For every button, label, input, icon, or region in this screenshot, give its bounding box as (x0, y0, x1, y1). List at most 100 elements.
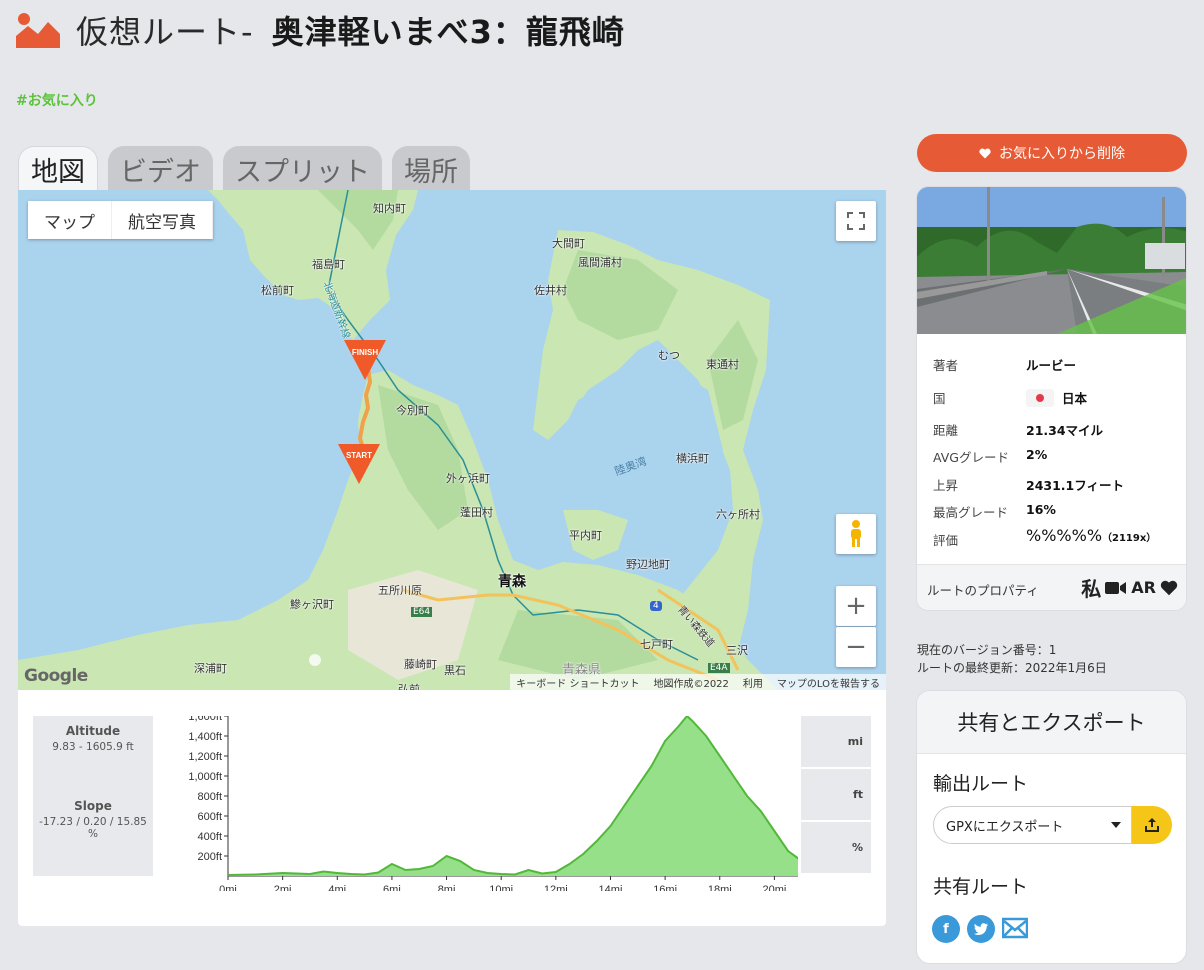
google-logo-text: Google (24, 666, 88, 686)
pegman-icon (851, 520, 861, 547)
map-place: 藤崎町 (404, 658, 437, 671)
zoom-in-button[interactable]: + (836, 586, 876, 626)
country-text: 日本 (1062, 391, 1088, 406)
main-panel: FINISH START 知内町 福島町 松前町 大間町 風間浦村 佐井村 むつ… (18, 190, 886, 926)
map-type-toggle: マップ 航空写真 (28, 201, 213, 239)
altitude-range: 9.83 - 1605.9 ft (52, 741, 134, 753)
map-place: 弘前 (398, 683, 420, 690)
private-label: 私 (1081, 577, 1102, 601)
route-properties-bar: ルートのプロパティ 私 AR (917, 564, 1186, 610)
y-tick-label: 600ft (198, 811, 222, 823)
map-place: 蓬田村 (460, 506, 493, 519)
y-tick-label: 1,400ft (188, 731, 222, 743)
heart-icon (979, 148, 991, 158)
x-tick-label: 16mi (653, 884, 677, 891)
x-tick-label: 20mi (762, 884, 786, 891)
keyboard-shortcuts-link[interactable]: キーボード ショートカット (516, 675, 639, 690)
start-marker-label: START (346, 451, 372, 460)
terms-link[interactable]: 利用 (743, 675, 763, 690)
x-tick-label: 14mi (599, 884, 623, 891)
map-place: 五所川原 (378, 584, 422, 597)
twitter-share-button[interactable] (967, 915, 995, 943)
map-place: 風間浦村 (578, 256, 622, 269)
map-place: 七戸町 (640, 638, 673, 651)
y-tick-label: 800ft (198, 791, 222, 803)
finish-marker-label: FINISH (352, 348, 378, 357)
google-logo: Google (24, 666, 88, 686)
street-view-pegman-button[interactable] (836, 514, 876, 554)
map-place: 三沢 (726, 644, 748, 657)
y-tick-label: 1,200ft (188, 751, 222, 763)
unit-toggle-percent[interactable]: % (801, 822, 871, 873)
x-tick-label: 12mi (544, 884, 568, 891)
rating-count: （2119x） (1102, 533, 1157, 544)
elevation-profile: Altitude 9.83 - 1605.9 ft Slope -17.23 /… (33, 716, 871, 891)
tab-video[interactable]: ビデオ (108, 146, 213, 192)
unit-toggle-ft[interactable]: ft (801, 769, 871, 820)
map-place: 横浜町 (676, 452, 709, 465)
heart-icon (1160, 580, 1178, 595)
avg-grade-value: 2% (1026, 447, 1048, 462)
altitude-title: Altitude (65, 724, 121, 738)
map-data-credit: 地図作成©2022 (653, 678, 729, 690)
slope-title: Slope (74, 799, 112, 813)
japan-flag-icon (1026, 388, 1054, 407)
last-updated: ルートの最終更新：2022年1月6日 (917, 661, 1107, 675)
export-route-label: 輸出ルート (933, 773, 1029, 795)
x-tick-label: 8mi (438, 884, 456, 891)
email-share-button[interactable] (1001, 917, 1029, 943)
slope-range: -17.23 / 0.20 / 15.85 % (39, 816, 147, 840)
map-type-satellite-button[interactable]: 航空写真 (112, 201, 213, 239)
detail-label: 上昇 (933, 478, 959, 493)
route-shield: E4A (708, 663, 730, 673)
x-tick-label: 4mi (328, 884, 346, 891)
facebook-icon: f (943, 921, 949, 937)
report-error-link[interactable]: マップのLOを報告する (777, 675, 880, 690)
map-place: 大間町 (552, 237, 585, 250)
map-place: 外ヶ浜町 (446, 472, 490, 485)
elevation-info-box: Altitude 9.83 - 1605.9 ft Slope -17.23 /… (33, 716, 153, 876)
map-type-map-button[interactable]: マップ (28, 201, 112, 239)
author-value[interactable]: ルービー (1026, 355, 1076, 374)
mail-icon (1001, 917, 1029, 939)
page-title: 奥津軽いまべ3：龍飛崎 (271, 13, 625, 51)
remove-favorite-button[interactable]: お気に入りから削除 (917, 134, 1187, 172)
export-upload-button[interactable] (1132, 806, 1172, 844)
export-format-value: GPXにエクスポート (946, 819, 1064, 835)
remove-favorite-label: お気に入りから削除 (999, 146, 1125, 162)
x-tick-label: 0mi (219, 884, 237, 891)
tab-splits[interactable]: スプリット (223, 146, 382, 192)
facebook-share-button[interactable]: f (932, 915, 960, 943)
route-details-card: 著者 ルービー 国 日本 距離 21.34マイル AVGグレード 2% 上昇 2… (916, 186, 1187, 611)
detail-label: 距離 (933, 423, 959, 438)
ar-label: AR (1131, 578, 1156, 597)
x-tick-label: 18mi (708, 884, 732, 891)
favorite-tag[interactable]: #お気に入り (16, 90, 98, 110)
fullscreen-button[interactable] (836, 201, 876, 241)
distance-value: 21.34マイル (1026, 423, 1104, 438)
elevation-chart[interactable]: 1,600ft 1,400ft 1,200ft 1,000ft 800ft 600ft 40… (158, 716, 798, 891)
route-preview-photo[interactable] (917, 187, 1187, 334)
elevation-area (228, 716, 798, 876)
twitter-icon (974, 923, 988, 935)
y-tick-label: 1,000ft (188, 771, 222, 783)
zoom-out-button[interactable]: − (836, 627, 876, 667)
y-tick-label: 200ft (198, 851, 222, 863)
map-place: 東通村 (706, 358, 739, 371)
x-tick-label: 6mi (383, 884, 401, 891)
tab-map[interactable]: 地図 (18, 146, 98, 192)
page-title-prefix: 仮想ルート- (76, 13, 254, 51)
rating-stars[interactable]: %%%%% (1026, 526, 1102, 545)
export-format-select[interactable]: GPXにエクスポート (933, 806, 1132, 844)
map-place: 黒石 (444, 664, 466, 677)
x-tick-label: 10mi (489, 884, 513, 891)
max-grade-value: 16% (1026, 502, 1056, 517)
tab-location[interactable]: 場所 (392, 146, 470, 192)
unit-toggle-mi[interactable]: mi (801, 716, 871, 767)
page-header: 仮想ルート- 奥津軽いまべ3：龍飛崎 (16, 8, 625, 52)
y-tick-label: 400ft (198, 831, 222, 843)
map-place: 佐井村 (534, 284, 567, 297)
detail-label: 評価 (933, 533, 959, 548)
route-map[interactable]: FINISH START 知内町 福島町 松前町 大間町 風間浦村 佐井村 むつ… (18, 190, 886, 690)
version-number: 現在のバージョン番号：1 (917, 643, 1057, 657)
